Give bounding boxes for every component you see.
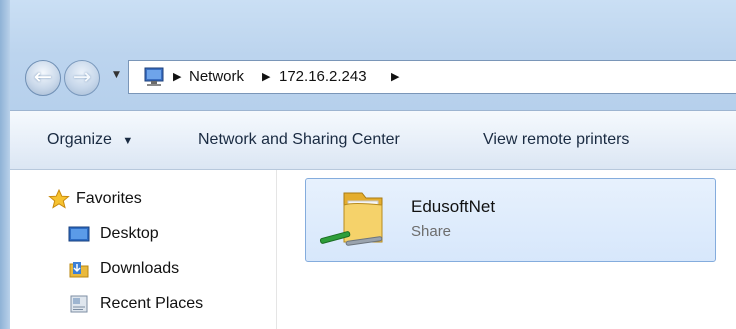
desktop-icon	[68, 226, 90, 242]
navigation-pane: Favorites Desktop Downloads Recent Place…	[10, 170, 275, 329]
share-item[interactable]: EdusoftNet Share	[305, 178, 716, 262]
star-icon	[48, 189, 70, 209]
back-button[interactable]: ←	[25, 60, 61, 96]
recent-pages-dropdown[interactable]: ▼	[113, 70, 120, 80]
command-bar: Organize ▼ Network and Sharing Center Vi…	[10, 110, 736, 170]
breadcrumb-separator[interactable]: ▶	[262, 61, 270, 93]
title-bar: ← → ▼ ▶ Network ▶ 172.16.2.243 ▶	[0, 0, 736, 110]
breadcrumb-network[interactable]: Network	[189, 61, 244, 93]
network-sharing-center-button[interactable]: Network and Sharing Center	[198, 111, 400, 169]
nav-recent-places-label: Recent Places	[100, 295, 204, 312]
breadcrumb-host[interactable]: 172.16.2.243	[279, 61, 367, 93]
breadcrumb-separator[interactable]: ▶	[173, 61, 181, 93]
window-border	[0, 0, 10, 329]
forward-arrow-icon: →	[72, 65, 92, 90]
nav-downloads-label: Downloads	[100, 260, 180, 277]
recent-places-icon	[70, 295, 88, 313]
downloads-folder-icon	[69, 262, 89, 278]
view-remote-printers-button[interactable]: View remote printers	[483, 111, 629, 169]
organize-button[interactable]: Organize ▼	[47, 111, 133, 169]
address-bar[interactable]: ▶ Network ▶ 172.16.2.243 ▶	[128, 60, 736, 94]
file-list: EdusoftNet Share	[277, 170, 736, 329]
forward-button[interactable]: →	[64, 60, 100, 96]
share-name: EdusoftNet	[411, 197, 496, 216]
nav-desktop-label: Desktop	[100, 225, 159, 242]
nav-favorites-label: Favorites	[76, 190, 142, 207]
organize-label: Organize	[47, 131, 112, 148]
chevron-down-icon: ▼	[122, 135, 134, 147]
share-type: Share	[411, 223, 452, 240]
breadcrumb-separator[interactable]: ▶	[391, 61, 399, 93]
network-share-folder-icon	[319, 192, 383, 246]
back-arrow-icon: ←	[33, 65, 53, 90]
network-computer-icon	[144, 67, 164, 86]
explorer-window: ← → ▼ ▶ Network ▶ 172.16.2.243 ▶ Organiz…	[0, 0, 736, 329]
